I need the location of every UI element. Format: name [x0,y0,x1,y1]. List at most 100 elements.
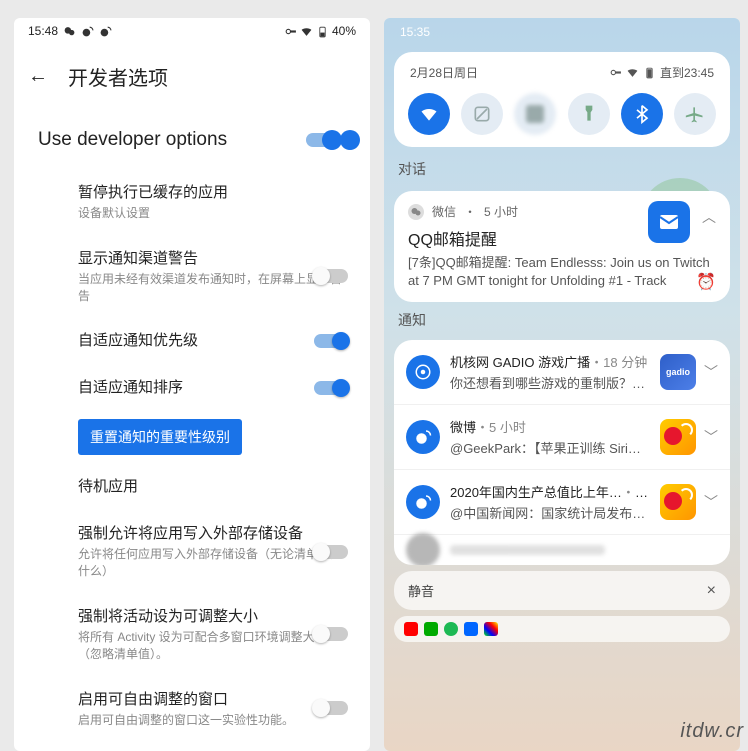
setting-sub: 允许将任何应用写入外部存储设备（无论清单值是什么） [78,546,348,580]
notif-meta: ・5 小时 [476,420,526,435]
qs-date-row: 2月28日周日 直到23:45 [406,62,718,89]
setting-item-cached-apps[interactable]: 暂停执行已缓存的应用 设备默认设置 [14,169,370,235]
quick-settings-panel: 2月28日周日 直到23:45 [394,52,730,147]
watermark: itdw.cr [680,720,744,743]
setting-item-channel-warn[interactable]: 显示通知渠道警告 当应用未经有效渠道发布通知时，在屏幕上显示警告 [14,235,370,318]
vpn-icon [609,66,622,79]
notification-shade-screen: 15:35 2月28日周日 直到23:45 对话 微信 ・ [384,18,740,751]
vpn-icon [284,25,297,38]
battery-icon [643,66,656,79]
alarm-icon: ⏰ [696,272,716,292]
notif-row[interactable]: 2020年国内生产总值比上年…・5 小时 @中国新闻网：国家统计局发布2020.… [394,470,730,535]
dnd-icon [472,104,492,124]
chevron-down-icon[interactable]: ﹀ [704,362,718,382]
notif-meta: ・18 分钟 [590,355,647,370]
qs-tile-dnd[interactable] [461,93,503,135]
wifi-icon [300,25,313,38]
flashlight-icon [579,104,599,124]
mini-icons-tray[interactable] [394,616,730,642]
app-icon [406,533,440,565]
wifi-icon [626,66,639,79]
qs-until: 直到23:45 [660,64,714,81]
wifi-icon [419,104,439,124]
podcast-icon [406,355,440,389]
header: ← 开发者选项 [14,44,370,115]
battery-icon [316,25,329,38]
master-toggle-row[interactable]: Use developer options [14,115,370,165]
qs-tile-airplane[interactable] [674,93,716,135]
battery-percent: 40% [332,24,356,38]
setting-title: 待机应用 [78,476,348,497]
settings-screen: 15:48 40% ← 开发者选项 Use developer options … [14,18,370,751]
notif-body: @中国新闻网：国家统计局发布2020.. [450,503,650,522]
spotify-icon [444,622,458,636]
setting-title: 自适应通知优先级 [78,330,348,351]
bluetooth-icon [632,104,652,124]
master-toggle-label: Use developer options [38,129,227,151]
notification-list: 机核网 GADIO 游戏广播・18 分钟 你还想看到哪些游戏的重制版？Gadi.… [394,340,730,565]
section-conversations: 对话 [384,157,740,185]
chevron-down-icon[interactable]: ﹀ [704,492,718,512]
notif-app: 2020年国内生产总值比上年… [450,485,622,500]
status-bar: 15:48 40% [14,18,370,44]
qs-tile-wifi[interactable] [408,93,450,135]
setting-sub: 设备默认设置 [78,205,348,222]
setting-item-adaptive-priority[interactable]: 自适应通知优先级 [14,317,370,364]
chevron-down-icon[interactable]: ﹀ [704,427,718,447]
notif-row-blurred[interactable] [394,535,730,565]
setting-title: 强制将活动设为可调整大小 [78,606,348,627]
toggle-switch[interactable] [314,627,348,641]
page-title: 开发者选项 [68,62,168,91]
toggle-switch[interactable] [314,545,348,559]
play-store-icon [484,622,498,636]
qs-tiles [406,89,718,137]
settings-list: 暂停执行已缓存的应用 设备默认设置 显示通知渠道警告 当应用未经有效渠道发布通知… [14,165,370,751]
mail-icon [648,201,690,243]
section-notifications: 通知 [384,308,740,336]
toggle-switch[interactable] [314,269,348,283]
mute-bar[interactable]: 静音 × [394,571,730,610]
notif-body: @GeekPark：【苹果正训练 Siri，让其.. [450,438,650,457]
airplane-icon [685,104,705,124]
setting-title: 显示通知渠道警告 [78,248,348,269]
chip-row: 重置通知的重要性级别 [14,411,370,463]
setting-item-desktop-mode[interactable]: 强制使用桌面模式 [14,741,370,751]
setting-item-standby[interactable]: 待机应用 [14,463,370,510]
qs-tile-flashlight[interactable] [568,93,610,135]
reset-importance-chip[interactable]: 重置通知的重要性级别 [78,419,242,455]
setting-sub: 当应用未经有效渠道发布通知时，在屏幕上显示警告 [78,271,348,305]
notif-app: 机核网 GADIO 游戏广播 [450,355,590,370]
status-bar: 15:35 [384,18,740,46]
setting-sub: 将所有 Activity 设为可配合多窗口环境调整大小（忽略清单值）。 [78,629,348,663]
toggle-switch[interactable] [314,334,348,348]
chevron-up-icon[interactable]: ︿ [702,207,716,227]
toggle-switch[interactable] [314,381,348,395]
setting-title: 强制允许将应用写入外部存储设备 [78,523,348,544]
app-icon [464,622,478,636]
qs-tile-bluetooth[interactable] [621,93,663,135]
setting-item-force-external[interactable]: 强制允许将应用写入外部存储设备 允许将任何应用写入外部存储设备（无论清单值是什么… [14,510,370,593]
notif-meta: ・5 小时 [622,485,650,500]
setting-item-freeform[interactable]: 启用可自由调整的窗口 启用可自由调整的窗口这一实验性功能。 [14,676,370,742]
setting-sub: 启用可自由调整的窗口这一实验性功能。 [78,712,348,729]
close-icon[interactable]: × [707,582,716,600]
qs-tile-unknown[interactable] [514,93,556,135]
mute-label: 静音 [408,581,434,600]
back-arrow-icon[interactable]: ← [28,65,48,88]
app-icon [424,622,438,636]
setting-title: 启用可自由调整的窗口 [78,689,348,710]
setting-item-force-resizable[interactable]: 强制将活动设为可调整大小 将所有 Activity 设为可配合多窗口环境调整大小… [14,593,370,676]
master-toggle-switch[interactable] [306,130,350,150]
toggle-switch[interactable] [314,701,348,715]
wechat-icon [63,25,76,38]
thumbnail: gadio [660,354,696,390]
setting-item-adaptive-sort[interactable]: 自适应通知排序 [14,364,370,411]
weibo-icon [81,25,94,38]
notif-row[interactable]: 机核网 GADIO 游戏广播・18 分钟 你还想看到哪些游戏的重制版？Gadi.… [394,340,730,405]
status-time: 15:35 [400,25,430,39]
notif-row[interactable]: 微博・5 小时 @GeekPark：【苹果正训练 Siri，让其.. ﹀ [394,405,730,470]
conversation-card[interactable]: 微信 ・ 5 小时 ︿ QQ邮箱提醒 [7条]QQ邮箱提醒: Team Endl… [394,191,730,302]
setting-title: 暂停执行已缓存的应用 [78,182,348,203]
wechat-icon [408,204,424,220]
notif-app: 微信 [432,203,456,220]
